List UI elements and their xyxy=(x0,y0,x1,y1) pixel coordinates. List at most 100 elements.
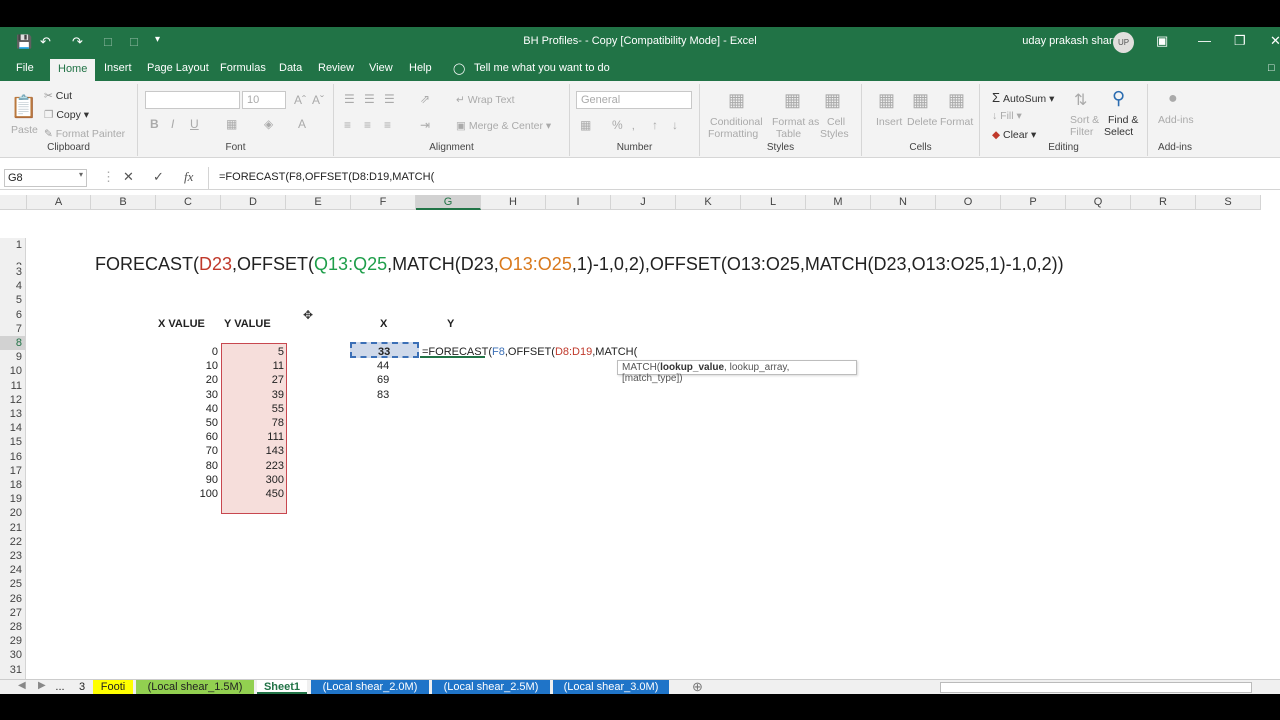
row-header-23[interactable]: 23 xyxy=(0,549,26,564)
underline-button[interactable]: U xyxy=(190,117,199,131)
column-header-p[interactable]: P xyxy=(1001,195,1066,210)
tab-formulas[interactable]: Formulas xyxy=(220,62,266,74)
format-painter-button[interactable]: ✎ Format Painter xyxy=(44,128,125,140)
paste-icon[interactable]: 📋 xyxy=(10,94,37,120)
sheet-tab-local-shear-2-5[interactable]: (Local shear_2.5M) xyxy=(432,680,550,694)
row-header-14[interactable]: 14 xyxy=(0,421,26,436)
find-select-button[interactable]: Find & xyxy=(1108,114,1138,126)
row-header-27[interactable]: 27 xyxy=(0,605,26,620)
name-box-dropdown-icon[interactable]: ▾ xyxy=(79,170,83,179)
addins-icon[interactable]: ● xyxy=(1168,90,1178,108)
column-header-g[interactable]: G xyxy=(416,195,481,210)
delete-cells-icon[interactable]: ▦ xyxy=(912,90,929,111)
increase-decimal-icon[interactable]: ↑ xyxy=(652,118,658,132)
align-left-icon[interactable]: ≡ xyxy=(344,118,351,132)
column-header-l[interactable]: L xyxy=(741,195,806,210)
sheet-tab-more[interactable]: ... xyxy=(48,680,72,694)
ycol-value[interactable]: 5 xyxy=(221,345,284,359)
xcol-value[interactable]: 0 xyxy=(156,345,218,359)
row-header-25[interactable]: 25 xyxy=(0,577,26,592)
maximize-icon[interactable]: ❐ xyxy=(1234,33,1246,49)
xcol-value[interactable]: 50 xyxy=(156,416,218,430)
row-header-1[interactable]: 1 xyxy=(0,238,26,253)
wrap-text-button[interactable]: ↵ Wrap Text xyxy=(456,94,515,106)
row-header-6[interactable]: 6 xyxy=(0,307,26,322)
autosum-button[interactable]: Σ AutoSum ▾ xyxy=(992,90,1054,105)
tab-page-layout[interactable]: Page Layout xyxy=(147,62,209,74)
italic-button[interactable]: I xyxy=(171,117,174,131)
grow-font-icon[interactable]: Aˆ xyxy=(294,93,306,107)
tell-me-search[interactable]: Tell me what you want to do xyxy=(474,62,610,74)
column-header-e[interactable]: E xyxy=(286,195,351,210)
row-header-4[interactable]: 4 xyxy=(0,279,26,294)
fcol-value[interactable]: 69 xyxy=(377,373,389,387)
ycol-value[interactable]: 223 xyxy=(221,459,284,473)
xcol-value[interactable]: 70 xyxy=(156,444,218,458)
column-header-r[interactable]: R xyxy=(1131,195,1196,210)
tab-data[interactable]: Data xyxy=(279,62,302,74)
decrease-decimal-icon[interactable]: ↓ xyxy=(672,118,678,132)
column-header-d[interactable]: D xyxy=(221,195,286,210)
align-center-icon[interactable]: ≡ xyxy=(364,118,371,132)
row-header-10[interactable]: 10 xyxy=(0,364,26,379)
font-name-select[interactable] xyxy=(145,91,240,109)
ycol-value[interactable]: 39 xyxy=(221,388,284,402)
shrink-font-icon[interactable]: Aˇ xyxy=(312,93,324,107)
ribbon-display-icon[interactable]: ▣ xyxy=(1156,33,1168,49)
row-header-18[interactable]: 18 xyxy=(0,478,26,493)
fill-button[interactable]: ↓ Fill ▾ xyxy=(992,110,1022,122)
xcol-value[interactable]: 90 xyxy=(156,473,218,487)
row-header-24[interactable]: 24 xyxy=(0,563,26,578)
column-header-b[interactable]: B xyxy=(91,195,156,210)
column-header-a[interactable]: A xyxy=(27,195,91,210)
header-x-value[interactable]: X VALUE xyxy=(158,317,205,331)
row-header-9[interactable]: 9 xyxy=(0,350,26,365)
paste-button[interactable]: Paste xyxy=(11,124,38,136)
comments-icon[interactable]: □ xyxy=(1268,62,1275,74)
copy-button[interactable]: ❐ Copy ▾ xyxy=(44,109,89,121)
worksheet-grid[interactable]: ABCDEFGHIJKLMNOPQRS 12345678910111213141… xyxy=(0,195,1280,691)
row-header-11[interactable]: 11 xyxy=(0,378,26,393)
tab-view[interactable]: View xyxy=(369,62,393,74)
row-header-21[interactable]: 21 xyxy=(0,520,26,535)
row-header-12[interactable]: 12 xyxy=(0,392,26,407)
addins-button[interactable]: Add-ins xyxy=(1158,114,1194,126)
horizontal-scrollbar[interactable] xyxy=(940,682,1252,693)
ycol-value[interactable]: 55 xyxy=(221,402,284,416)
xcol-value[interactable]: 80 xyxy=(156,459,218,473)
enter-icon[interactable]: ✓ xyxy=(153,169,164,185)
sheet-tab-sheet1[interactable]: Sheet1 xyxy=(257,680,307,694)
fcol-value[interactable]: 44 xyxy=(377,359,389,373)
font-size-select[interactable]: 10 xyxy=(242,91,286,109)
merge-center-button[interactable]: ▣ Merge & Center ▾ xyxy=(456,120,551,132)
xcol-value[interactable]: 100 xyxy=(156,487,218,501)
format-cells-button[interactable]: Format xyxy=(940,116,973,128)
function-tooltip[interactable]: MATCH(lookup_value, lookup_array, [match… xyxy=(617,360,857,384)
insert-cells-button[interactable]: Insert xyxy=(876,116,902,128)
fcol-value[interactable]: 83 xyxy=(377,388,389,402)
cell-editor[interactable]: =FORECAST(F8,OFFSET(D8:D19,MATCH( xyxy=(422,345,637,359)
name-box[interactable]: G8 xyxy=(4,169,87,187)
prev-sheet-icon[interactable]: ◀ xyxy=(18,680,26,691)
tab-review[interactable]: Review xyxy=(318,62,354,74)
row-header-15[interactable]: 15 xyxy=(0,435,26,450)
column-header-h[interactable]: H xyxy=(481,195,546,210)
tab-home[interactable]: Home xyxy=(50,59,96,81)
column-header-s[interactable]: S xyxy=(1196,195,1261,210)
format-table-button-2[interactable]: Table xyxy=(776,128,801,140)
close-icon[interactable]: ✕ xyxy=(1270,33,1280,49)
percent-button[interactable]: % xyxy=(612,118,623,132)
cell-styles-button[interactable]: Cell xyxy=(827,116,845,128)
xcol-value[interactable]: 10 xyxy=(156,359,218,373)
clear-button[interactable]: ◆ Clear ▾ xyxy=(992,129,1036,141)
sheet-tab-footi[interactable]: Footi xyxy=(93,680,133,694)
insert-cells-icon[interactable]: ▦ xyxy=(878,90,895,111)
sort-filter-button-2[interactable]: Filter xyxy=(1070,126,1093,138)
format-cells-icon[interactable]: ▦ xyxy=(948,90,965,111)
row-header-20[interactable]: 20 xyxy=(0,506,26,521)
column-header-i[interactable]: I xyxy=(546,195,611,210)
find-select-icon[interactable]: ⚲ xyxy=(1112,88,1125,109)
format-table-button[interactable]: Format as xyxy=(772,116,819,128)
ycol-value[interactable]: 27 xyxy=(221,373,284,387)
xcol-value[interactable]: 60 xyxy=(156,430,218,444)
